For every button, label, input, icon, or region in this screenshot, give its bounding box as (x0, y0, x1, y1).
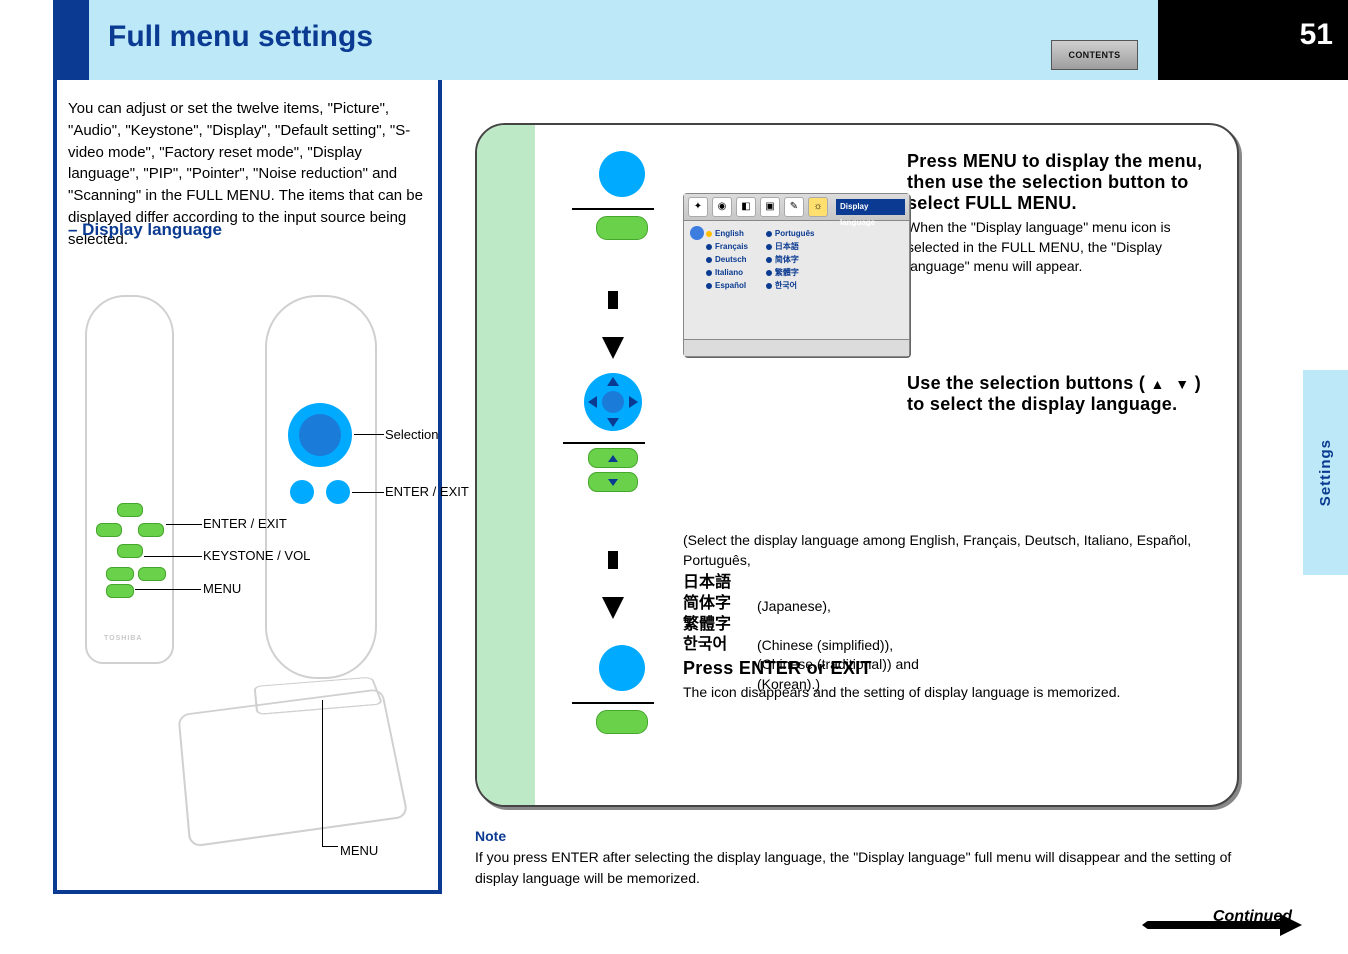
down-pill-icon (588, 472, 638, 492)
selection-pad-center-icon (299, 414, 341, 456)
osd-tab-icon: ☼ (808, 197, 828, 217)
down-arrow-icon: ▼ (1175, 376, 1189, 392)
step3-title: Press ENTER or EXIT (683, 658, 1215, 679)
leader-line (322, 846, 338, 847)
selection-exit-icon (326, 480, 350, 504)
enter-exit-pill-icon (596, 710, 648, 734)
page-title: Full menu settings (108, 20, 373, 54)
lang-cn-s: 简体字 (683, 595, 731, 612)
remote-menu-button (106, 584, 134, 598)
osd-body: English Français Deutsch Italiano Españo… (684, 221, 909, 292)
subheading: – Display language (68, 220, 222, 240)
step2-title-a: Use the selection buttons ( (907, 373, 1145, 393)
up-pill-icon (588, 448, 638, 468)
osd-item: 简体字 (775, 255, 799, 264)
osd-menu: ✦ ◉ ◧ ▣ ✎ ☼ Display language English Fra… (683, 193, 910, 357)
label-enter-exit: ENTER / EXIT (203, 516, 287, 531)
label-menu: MENU (203, 581, 241, 596)
osd-tab-icon: ✎ (784, 197, 804, 217)
osd-col-2: Português 日本語 简体字 繁體字 한국어 (766, 227, 815, 292)
page-number: 51 (1300, 18, 1333, 52)
remote-front-outline (85, 295, 174, 664)
note-line: If you press ENTER after selecting the d… (475, 849, 1231, 886)
osd-tab-icon: ◉ (712, 197, 732, 217)
osd-item: English (715, 229, 744, 238)
instruction-panel: Press MENU to display the menu, then use… (475, 123, 1239, 807)
leader-line (135, 589, 201, 590)
step3-text: Press ENTER or EXIT The icon disappears … (683, 658, 1215, 703)
label-enter-exit-2: ENTER / EXIT (385, 484, 469, 499)
brand-label: TOSHIBA (104, 635, 142, 642)
remote-top-outline (265, 295, 377, 679)
leader-line (354, 434, 384, 435)
remote-exit-button (138, 567, 166, 581)
nav-disc-icon (584, 373, 642, 431)
continued-arrow-icon (1142, 914, 1302, 936)
osd-item: Deutsch (715, 255, 747, 264)
remote-down-button (117, 544, 143, 558)
remote-left-button (96, 523, 122, 537)
leader-line (166, 524, 202, 525)
leader-line (322, 700, 323, 846)
lang-intro: (Select the display language among Engli… (683, 531, 1215, 570)
step1-title: Press MENU to display the menu, then use… (907, 151, 1215, 214)
separator-line (563, 442, 645, 444)
note-head: Note (475, 826, 1235, 847)
header-accent (53, 0, 89, 80)
osd-title: Display language (836, 199, 905, 215)
step2-title: Use the selection buttons ( ▲ ▼ ) to sel… (907, 373, 1215, 415)
step1-body: When the "Display language" menu icon is… (907, 218, 1215, 277)
osd-foot (684, 339, 909, 356)
lang-kr: 한국어 (683, 636, 727, 653)
note-box: Note If you press ENTER after selecting … (475, 826, 1235, 889)
separator-line (572, 702, 654, 704)
step1-icons (572, 151, 672, 245)
label-menu-proj: MENU (340, 843, 378, 858)
osd-col-1: English Français Deutsch Italiano Españo… (706, 227, 748, 292)
step-arrow (602, 545, 624, 619)
osd-item: 한국어 (775, 281, 797, 290)
osd-item: Français (715, 242, 748, 251)
lang-cn-t: 繁體字 (683, 616, 731, 633)
menu-pill-icon (596, 216, 648, 240)
leader-line (352, 492, 384, 493)
step2-icons (563, 373, 663, 492)
panel-accent (477, 125, 535, 805)
osd-item: Español (715, 281, 746, 290)
side-tab: Settings (1303, 370, 1348, 575)
step3-body: The icon disappears and the setting of d… (683, 683, 1215, 703)
step-arrow (602, 285, 624, 359)
step1-text: Press MENU to display the menu, then use… (907, 151, 1215, 277)
side-tab-label: Settings (1317, 439, 1334, 506)
separator-line (572, 208, 654, 210)
up-arrow-icon: ▲ (1150, 376, 1164, 392)
selection-enter-icon (290, 480, 314, 504)
contents-button[interactable]: CONTENTS (1051, 40, 1138, 70)
lang-cjk: 日本語 简体字 繁體字 한국어 (683, 573, 731, 656)
lang-jp-tail: (Japanese), (757, 598, 831, 614)
remote-enter-button (106, 567, 134, 581)
step2-text: Use the selection buttons ( ▲ ▼ ) to sel… (907, 373, 1215, 415)
remote-right-button (138, 523, 164, 537)
remote-up-button (117, 503, 143, 517)
leader-line (144, 556, 202, 557)
osd-item: Português (775, 229, 815, 238)
menu-button-icon (599, 151, 645, 197)
globe-icon (690, 226, 704, 240)
osd-tab-icon: ▣ (760, 197, 780, 217)
label-keystone-vol: KEYSTONE / VOL (203, 548, 310, 563)
osd-item: Italiano (715, 268, 743, 277)
step3-icons (572, 645, 672, 739)
osd-item: 繁體字 (775, 268, 799, 277)
manual-page: Full menu settings 51 CONTENTS Settings … (0, 0, 1348, 954)
lang-jp: 日本語 (683, 574, 731, 591)
enter-exit-icon (599, 645, 645, 691)
osd-tab-icon: ✦ (688, 197, 708, 217)
osd-tabs: ✦ ◉ ◧ ▣ ✎ ☼ Display language (684, 194, 909, 221)
osd-tab-icon: ◧ (736, 197, 756, 217)
osd-item: 日本語 (775, 242, 799, 251)
label-selection: Selection (385, 427, 438, 442)
